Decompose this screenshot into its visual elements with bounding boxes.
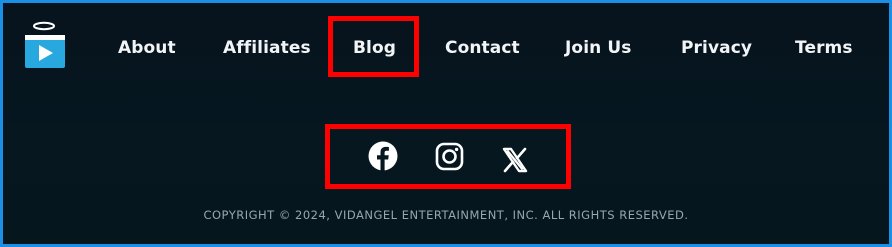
social-highlight-box [325,124,571,189]
copyright-text: COPYRIGHT © 2024, VIDANGEL ENTERTAINMENT… [203,208,689,222]
footer-container: About Affiliates Blog Contact Join Us Pr… [3,3,889,244]
